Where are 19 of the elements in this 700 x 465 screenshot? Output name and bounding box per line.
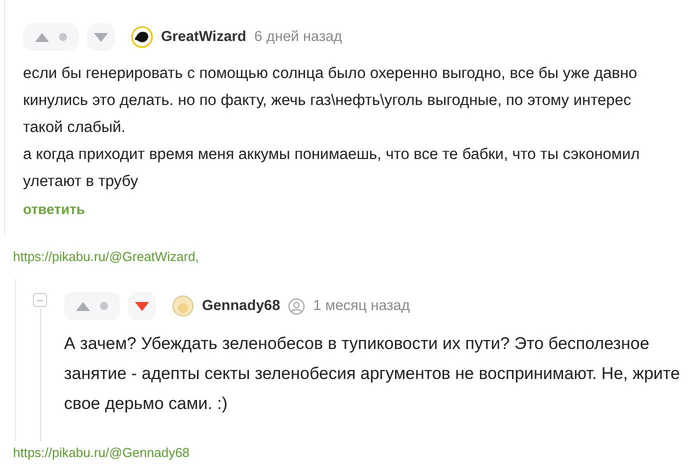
collapse-button[interactable] bbox=[33, 293, 47, 307]
comment-text: если бы генерировать с помощью солнца было охеренно выгодно, все бы уже давно кинулись это делать. но по факту, жечь газ\нефть\уголь выгодные, по этому интерес такой слабый. bbox=[23, 64, 638, 138]
comment-text: а когда приходит время меня аккумы понимаешь, что все те бабки, что ты сэкономил улетают в трубу bbox=[23, 145, 641, 192]
upvote-icon[interactable] bbox=[76, 302, 90, 310]
dot-icon bbox=[59, 33, 67, 41]
upvote-icon[interactable] bbox=[35, 32, 49, 42]
author-name[interactable]: Gennady68 bbox=[202, 298, 280, 314]
dot-icon bbox=[100, 302, 108, 310]
reply-link[interactable]: ответить bbox=[23, 201, 86, 217]
comment-time: 1 месяц назад bbox=[313, 298, 410, 314]
profile-url[interactable]: https://pikabu.ru/@Gennady68 bbox=[0, 441, 700, 465]
downvote-button[interactable] bbox=[128, 292, 156, 320]
comment-text: А зачем? Убеждать зеленобесов в тупиковости их пути? Это бесполезное занятие - адепты секты зеленобесия аргументов не воспринимают. Не, жрите свое дерьмо сами. :) bbox=[64, 333, 681, 415]
downvote-button[interactable] bbox=[87, 23, 115, 51]
author-name[interactable]: GreatWizard bbox=[161, 29, 246, 45]
avatar-icon[interactable] bbox=[131, 26, 153, 48]
comment-time: 6 дней назад bbox=[254, 29, 342, 45]
profile-url[interactable]: https://pikabu.ru/@GreatWizard, bbox=[0, 235, 700, 269]
user-icon bbox=[288, 298, 306, 314]
